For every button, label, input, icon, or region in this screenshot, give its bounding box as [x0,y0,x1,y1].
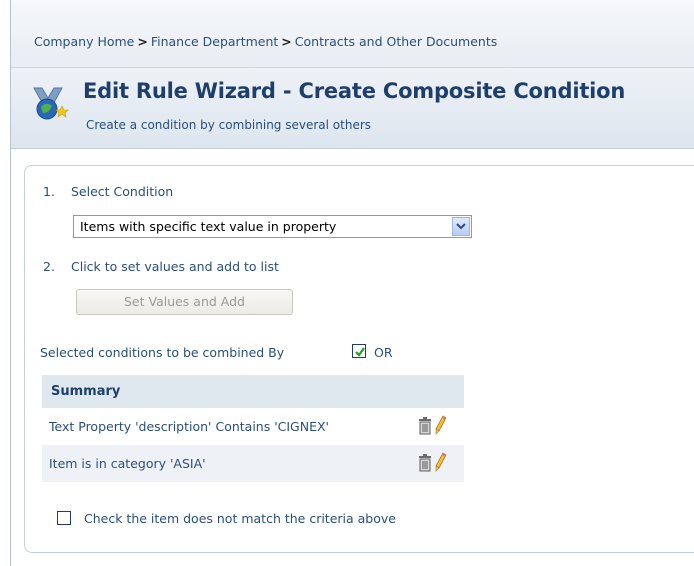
summary-header-label: Summary [51,384,121,399]
step-2-number: 2. [43,259,55,274]
breadcrumb-separator: > [281,34,292,49]
summary-table: Summary Text Property 'description' Cont… [42,375,464,485]
summary-row-text: Text Property 'description' Contains 'CI… [49,419,329,434]
pencil-icon[interactable] [435,415,447,435]
combine-label: Selected conditions to be combined By [40,345,285,360]
trash-icon[interactable] [418,417,432,435]
page-title: Edit Rule Wizard - Create Composite Cond… [83,79,626,103]
wizard-icon [32,82,72,122]
trash-icon[interactable] [418,454,432,472]
breadcrumb: Company Home > Finance Department > Contract… [34,34,497,49]
breadcrumb-item-contracts[interactable]: Contracts and Other Documents [295,34,497,49]
step-2-label: Click to set values and add to list [71,259,279,274]
summary-row-text: Item is in category 'ASIA' [49,456,206,471]
breadcrumb-separator: > [137,34,148,49]
breadcrumb-item-company-home[interactable]: Company Home [34,34,134,49]
or-checkbox[interactable] [352,344,366,358]
or-label: OR [374,345,393,360]
step-1-number: 1. [43,184,55,199]
set-values-button[interactable]: Set Values and Add [76,289,293,315]
negate-label: Check the item does not match the criter… [84,511,396,526]
table-row: Text Property 'description' Contains 'CI… [42,408,464,445]
page-subtitle: Create a condition by combining several … [86,118,372,132]
condition-select-value: Items with specific text value in proper… [80,219,337,234]
condition-select[interactable]: Items with specific text value in proper… [73,215,472,238]
negate-checkbox[interactable] [57,511,71,525]
table-row: Item is in category 'ASIA' [42,445,464,482]
step-1-label: Select Condition [71,184,174,199]
chevron-down-icon[interactable] [452,217,470,236]
pencil-icon[interactable] [435,452,447,472]
summary-header: Summary [42,375,464,408]
breadcrumb-item-finance-department[interactable]: Finance Department [151,34,278,49]
